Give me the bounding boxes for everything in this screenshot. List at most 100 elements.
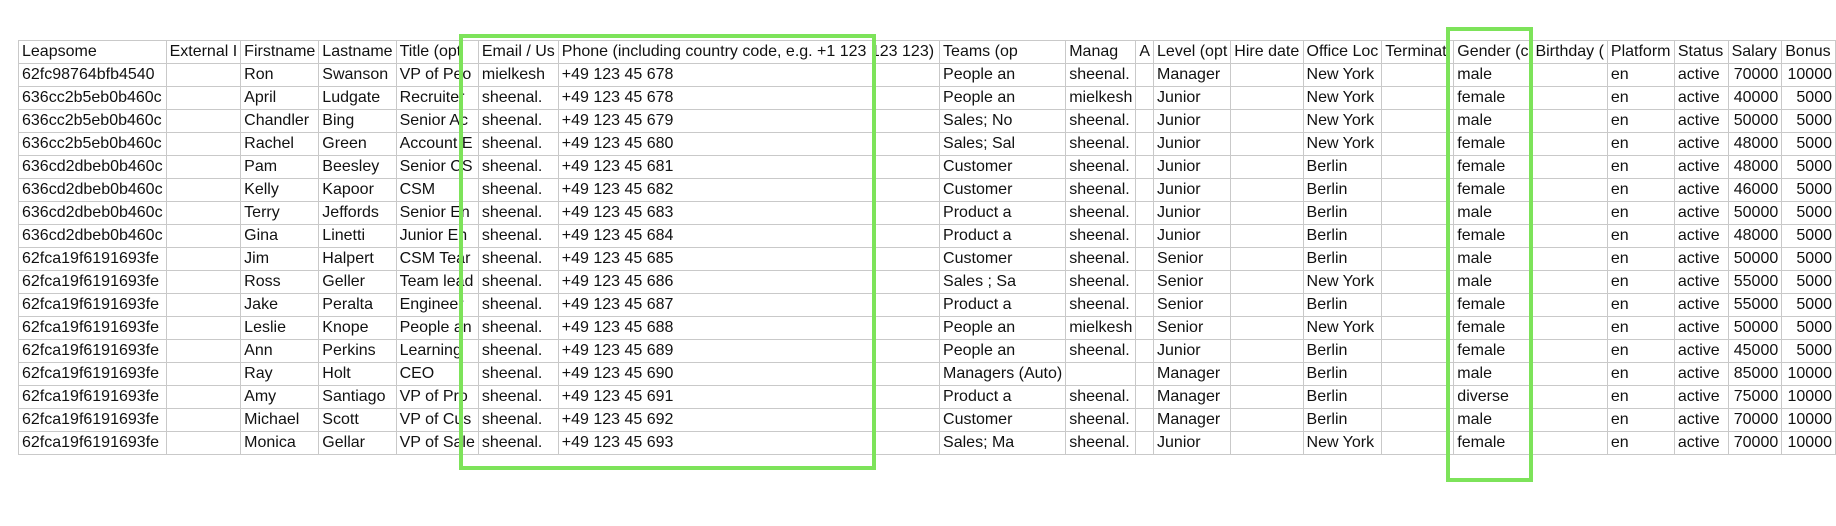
cell-termination[interactable] (1381, 385, 1455, 409)
cell-title[interactable]: Junior En (395, 224, 479, 248)
cell-status[interactable]: active (1673, 339, 1729, 363)
cell-office-location[interactable]: Berlin (1302, 385, 1383, 409)
header-cell-teams[interactable]: Teams (op (939, 40, 1067, 64)
cell-bonus[interactable]: 10000 (1781, 362, 1836, 386)
cell-a[interactable] (1135, 339, 1155, 363)
cell-phone[interactable]: +49 123 45 691 (557, 385, 941, 409)
cell-gender[interactable]: male (1453, 362, 1533, 386)
cell-phone[interactable]: +49 123 45 683 (557, 201, 941, 225)
cell-phone[interactable]: +49 123 45 693 (557, 431, 941, 455)
cell-firstname[interactable]: Gina (240, 224, 320, 248)
cell-teams[interactable]: People an (939, 63, 1067, 87)
cell-hire-date[interactable] (1230, 247, 1304, 271)
cell-birthday[interactable] (1531, 224, 1608, 248)
cell-phone[interactable]: +49 123 45 687 (557, 293, 941, 317)
cell-termination[interactable] (1381, 270, 1455, 294)
cell-external-id[interactable] (165, 316, 242, 340)
cell-firstname[interactable]: Chandler (240, 109, 320, 133)
cell-teams[interactable]: People an (939, 86, 1067, 110)
cell-platform[interactable]: en (1606, 201, 1675, 225)
cell-email[interactable]: sheenal. (477, 362, 559, 386)
cell-bonus[interactable]: 5000 (1781, 178, 1836, 202)
cell-birthday[interactable] (1531, 408, 1608, 432)
cell-gender[interactable]: female (1453, 178, 1533, 202)
cell-level[interactable]: Manager (1153, 385, 1232, 409)
cell-lastname[interactable]: Perkins (318, 339, 397, 363)
cell-email[interactable]: sheenal. (477, 431, 559, 455)
cell-birthday[interactable] (1531, 155, 1608, 179)
cell-salary[interactable]: 85000 (1727, 362, 1783, 386)
cell-title[interactable]: Senior En (395, 201, 479, 225)
cell-title[interactable]: CSM (395, 178, 479, 202)
header-cell-salary[interactable]: Salary (1727, 40, 1783, 64)
header-cell-platform[interactable]: Platform (1606, 40, 1675, 64)
cell-status[interactable]: active (1673, 224, 1729, 248)
cell-status[interactable]: active (1673, 385, 1729, 409)
cell-phone[interactable]: +49 123 45 684 (557, 224, 941, 248)
cell-title[interactable]: Engineer (395, 293, 479, 317)
cell-platform[interactable]: en (1606, 362, 1675, 386)
cell-a[interactable] (1135, 362, 1155, 386)
cell-teams[interactable]: Sales; Sal (939, 132, 1067, 156)
cell-office-location[interactable]: Berlin (1302, 408, 1383, 432)
cell-lastname[interactable]: Peralta (318, 293, 397, 317)
cell-external-id[interactable] (165, 201, 242, 225)
cell-gender[interactable]: female (1453, 339, 1533, 363)
cell-leapsome-id[interactable]: 636cd2dbeb0b460c (18, 178, 167, 202)
cell-office-location[interactable]: Berlin (1302, 224, 1383, 248)
cell-title[interactable]: Senior Ac (395, 109, 479, 133)
cell-lastname[interactable]: Swanson (318, 63, 397, 87)
cell-bonus[interactable]: 10000 (1781, 385, 1836, 409)
cell-salary[interactable]: 48000 (1727, 224, 1783, 248)
header-cell-lastname[interactable]: Lastname (318, 40, 397, 64)
cell-email[interactable]: sheenal. (477, 178, 559, 202)
cell-platform[interactable]: en (1606, 132, 1675, 156)
cell-birthday[interactable] (1531, 178, 1608, 202)
cell-hire-date[interactable] (1230, 109, 1304, 133)
cell-lastname[interactable]: Holt (318, 362, 397, 386)
cell-termination[interactable] (1381, 178, 1455, 202)
cell-level[interactable]: Junior (1153, 155, 1232, 179)
cell-title[interactable]: Recruiter (395, 86, 479, 110)
cell-external-id[interactable] (165, 109, 242, 133)
cell-salary[interactable]: 50000 (1727, 247, 1783, 271)
cell-lastname[interactable]: Bing (318, 109, 397, 133)
cell-office-location[interactable]: New York (1302, 431, 1383, 455)
cell-hire-date[interactable] (1230, 408, 1304, 432)
cell-status[interactable]: active (1673, 316, 1729, 340)
cell-external-id[interactable] (165, 339, 242, 363)
cell-gender[interactable]: female (1453, 431, 1533, 455)
cell-status[interactable]: active (1673, 132, 1729, 156)
cell-lastname[interactable]: Gellar (318, 431, 397, 455)
cell-phone[interactable]: +49 123 45 686 (557, 270, 941, 294)
cell-teams[interactable]: Managers (Auto) (939, 362, 1067, 386)
cell-salary[interactable]: 55000 (1727, 270, 1783, 294)
cell-title[interactable]: CEO (395, 362, 479, 386)
cell-teams[interactable]: Sales; No (939, 109, 1067, 133)
cell-hire-date[interactable] (1230, 293, 1304, 317)
cell-leapsome-id[interactable]: 636cd2dbeb0b460c (18, 155, 167, 179)
header-cell-phone[interactable]: Phone (including country code, e.g. +1 1… (557, 40, 941, 64)
cell-hire-date[interactable] (1230, 178, 1304, 202)
cell-phone[interactable]: +49 123 45 681 (557, 155, 941, 179)
header-cell-leapsome[interactable]: Leapsome (18, 40, 167, 64)
cell-bonus[interactable]: 10000 (1781, 63, 1836, 87)
cell-status[interactable]: active (1673, 408, 1729, 432)
cell-office-location[interactable]: Berlin (1302, 339, 1383, 363)
cell-teams[interactable]: Sales; Ma (939, 431, 1067, 455)
cell-birthday[interactable] (1531, 431, 1608, 455)
cell-birthday[interactable] (1531, 362, 1608, 386)
cell-manager[interactable]: sheenal. (1065, 224, 1137, 248)
cell-termination[interactable] (1381, 155, 1455, 179)
cell-phone[interactable]: +49 123 45 690 (557, 362, 941, 386)
cell-lastname[interactable]: Knope (318, 316, 397, 340)
cell-salary[interactable]: 40000 (1727, 86, 1783, 110)
header-cell-gender[interactable]: Gender (c (1453, 40, 1533, 64)
cell-gender[interactable]: male (1453, 201, 1533, 225)
cell-email[interactable]: sheenal. (477, 385, 559, 409)
cell-teams[interactable]: Product a (939, 224, 1067, 248)
cell-hire-date[interactable] (1230, 155, 1304, 179)
cell-birthday[interactable] (1531, 109, 1608, 133)
cell-manager[interactable]: sheenal. (1065, 132, 1137, 156)
cell-phone[interactable]: +49 123 45 680 (557, 132, 941, 156)
